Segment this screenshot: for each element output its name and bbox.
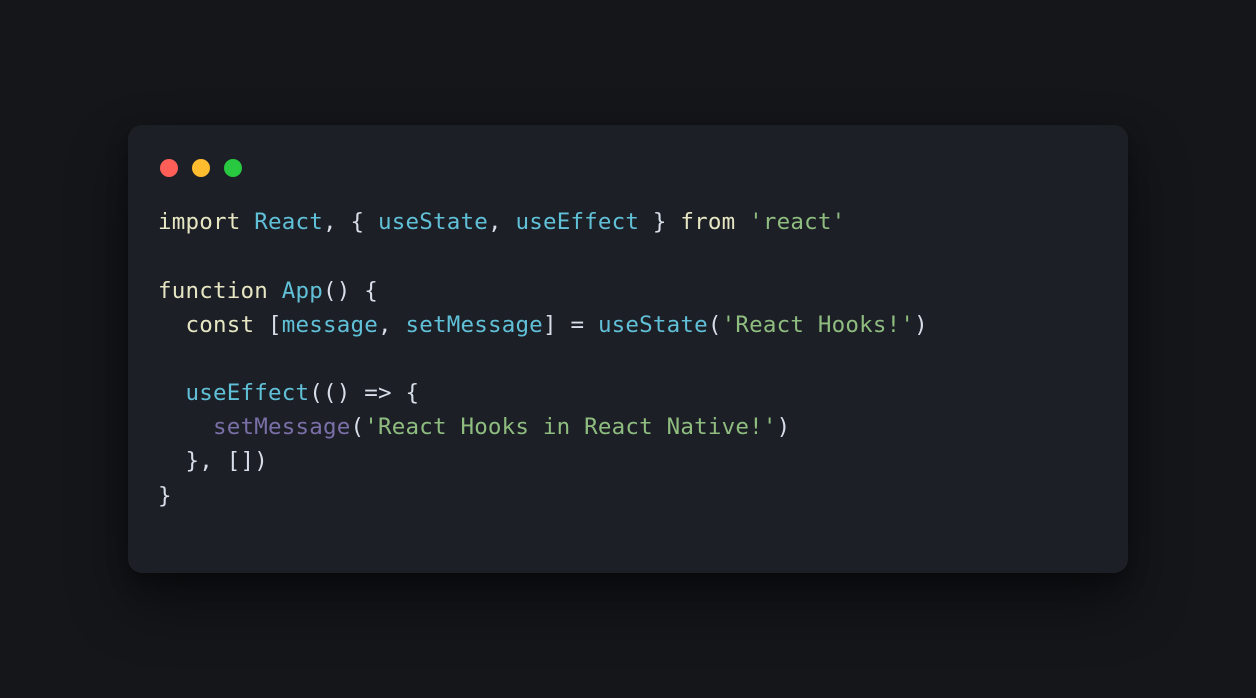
punct: , [378,312,392,338]
code-window: import React, { useState, useEffect } fr… [128,125,1128,573]
punct: } [653,209,667,235]
close-icon[interactable] [160,159,178,177]
keyword-function: function [158,278,268,304]
ident-setmessage: setMessage [405,312,542,338]
call-useeffect: useEffect [186,380,310,406]
keyword-from: from [680,209,735,235]
string-hooks: 'React Hooks!' [722,312,914,338]
minimize-icon[interactable] [192,159,210,177]
punct: , [323,209,337,235]
ident-usestate: useState [378,209,488,235]
call-usestate: useState [598,312,708,338]
punct: [] [227,448,255,474]
call-setmessage: setMessage [213,414,350,440]
punct: [ [268,312,282,338]
fn-app: App [282,278,323,304]
keyword-import: import [158,209,240,235]
code-block: import React, { useState, useEffect } fr… [158,205,1098,513]
punct: , [488,209,502,235]
ident-message: message [282,312,378,338]
maximize-icon[interactable] [224,159,242,177]
traffic-lights [158,155,1098,205]
punct: = [570,312,584,338]
punct: } [186,448,200,474]
ident-useeffect: useEffect [515,209,639,235]
punct: { [364,278,378,304]
punct: { [350,209,364,235]
punct: (() [309,380,350,406]
punct: ) [777,414,791,440]
punct: ( [350,414,364,440]
punct: ) [914,312,928,338]
punct: { [405,380,419,406]
punct: } [158,483,172,509]
punct: () [323,278,351,304]
punct: , [199,448,213,474]
arrow: => [364,380,392,406]
punct: ( [708,312,722,338]
string-native: 'React Hooks in React Native!' [364,414,776,440]
punct: ) [254,448,268,474]
keyword-const: const [186,312,255,338]
string-react: 'react' [749,209,845,235]
ident-react: React [254,209,323,235]
punct: ] [543,312,557,338]
